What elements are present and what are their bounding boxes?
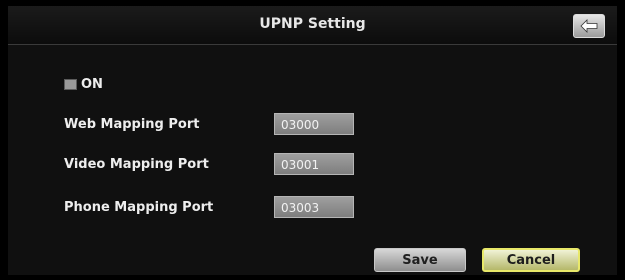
cancel-button[interactable]: Cancel	[482, 248, 580, 272]
save-button[interactable]: Save	[374, 248, 466, 272]
upnp-setting-window: UPNP Setting ON Web Mapping Port 03000 V…	[0, 0, 625, 280]
settings-panel: ON Web Mapping Port 03000 Video Mapping …	[8, 45, 617, 275]
video-mapping-port-input[interactable]: 03001	[274, 153, 354, 175]
web-mapping-port-label: Web Mapping Port	[64, 116, 200, 132]
video-mapping-port-row: Video Mapping Port 03001	[64, 153, 354, 175]
video-mapping-port-label: Video Mapping Port	[64, 156, 209, 172]
back-arrow-icon	[580, 19, 598, 33]
phone-mapping-port-input[interactable]: 03003	[274, 196, 354, 218]
web-mapping-port-input[interactable]: 03000	[274, 113, 354, 135]
upnp-toggle[interactable]: ON	[64, 77, 103, 92]
title-bar: UPNP Setting	[8, 6, 617, 45]
web-mapping-port-row: Web Mapping Port 03000	[64, 113, 354, 135]
phone-mapping-port-label: Phone Mapping Port	[64, 199, 214, 215]
page-title: UPNP Setting	[259, 16, 366, 32]
upnp-toggle-label: ON	[81, 77, 103, 92]
phone-mapping-port-row: Phone Mapping Port 03003	[64, 196, 354, 218]
upnp-checkbox[interactable]	[64, 79, 77, 90]
back-button[interactable]	[573, 14, 605, 38]
